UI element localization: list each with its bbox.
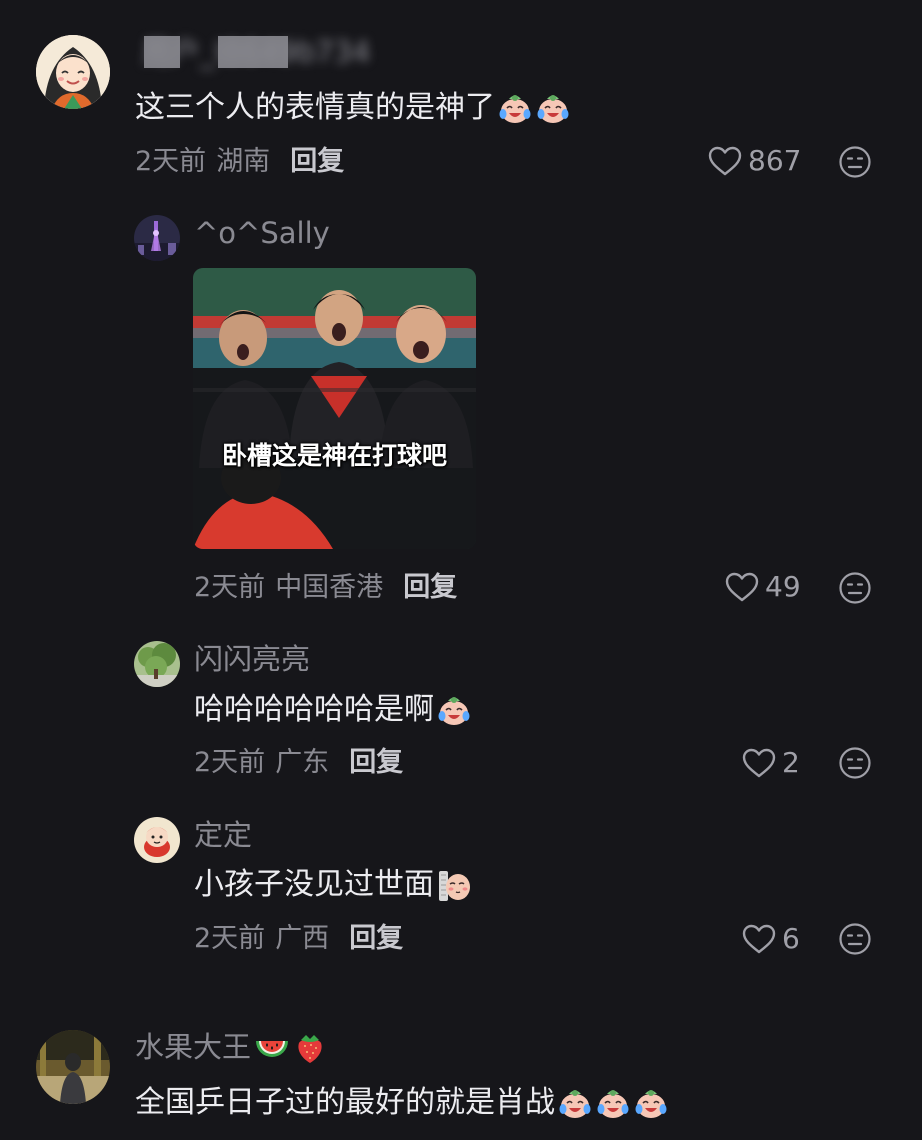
reply-button[interactable]: 回复 <box>403 570 457 606</box>
watermelon-emoji <box>254 1029 290 1065</box>
redaction-block <box>144 36 180 68</box>
like-count: 2 <box>782 746 800 779</box>
like-button[interactable]: 867 <box>708 143 801 179</box>
timestamp: 2天前 <box>194 747 266 778</box>
meh-face-icon[interactable] <box>838 145 872 179</box>
redaction-block <box>218 36 288 68</box>
shy-peek-emoji <box>436 867 472 903</box>
location: 广东 <box>275 747 330 778</box>
meme-caption: 卧槽这是神在打球吧 <box>221 441 447 470</box>
like-button[interactable]: 6 <box>742 921 800 957</box>
username[interactable]: 闪闪亮亮 <box>194 641 310 677</box>
strawberry-emoji <box>292 1029 328 1065</box>
comment-text: 这三个人的表情真的是神了 <box>135 88 571 128</box>
avatar[interactable] <box>36 1030 110 1104</box>
timestamp: 2天前 <box>135 146 207 177</box>
like-button[interactable]: 2 <box>742 745 800 781</box>
laugh-cry-emoji <box>497 90 533 126</box>
heart-outline-icon <box>742 924 776 954</box>
comment-meta: 2天前 湖南 回复 <box>135 144 344 180</box>
laugh-cry-emoji <box>436 692 472 728</box>
heart-outline-icon <box>708 146 742 176</box>
like-count: 867 <box>748 144 802 177</box>
comment-text: 哈哈哈哈哈哈是啊 <box>194 690 472 730</box>
comment-meta: 2天前 广西 回复 <box>194 921 403 957</box>
reply-button[interactable]: 回复 <box>290 144 344 180</box>
reply-button[interactable]: 回复 <box>349 921 403 957</box>
avatar[interactable] <box>134 817 180 863</box>
heart-outline-icon <box>725 572 759 602</box>
timestamp: 2天前 <box>194 572 266 603</box>
location: 中国香港 <box>275 572 384 603</box>
avatar[interactable] <box>134 215 180 261</box>
comment-meta: 2天前 中国香港 回复 <box>194 570 457 606</box>
laugh-cry-emoji <box>535 90 571 126</box>
avatar[interactable] <box>36 35 110 109</box>
like-button[interactable]: 49 <box>725 569 801 605</box>
like-count: 6 <box>782 922 800 955</box>
comment-meta: 2天前 广东 回复 <box>194 745 403 781</box>
comment-text: 小孩子没见过世面 <box>194 865 472 905</box>
comment-text: 全国乒日子过的最好的就是肖战 <box>135 1083 669 1123</box>
meme-image[interactable]: 卧槽这是神在打球吧 <box>193 268 476 549</box>
meh-face-icon[interactable] <box>838 746 872 780</box>
like-count: 49 <box>765 570 801 603</box>
timestamp: 2天前 <box>194 923 266 954</box>
laugh-cry-emoji <box>633 1085 669 1121</box>
username[interactable]: ^o^Sally <box>194 215 330 251</box>
username[interactable]: 水果大王 <box>135 1029 328 1065</box>
reply-button[interactable]: 回复 <box>349 745 403 781</box>
location: 湖南 <box>216 146 271 177</box>
avatar[interactable] <box>134 641 180 687</box>
laugh-cry-emoji <box>557 1085 593 1121</box>
heart-outline-icon <box>742 748 776 778</box>
meh-face-icon[interactable] <box>838 922 872 956</box>
location: 广西 <box>275 923 330 954</box>
username[interactable]: 定定 <box>194 817 252 853</box>
laugh-cry-emoji <box>595 1085 631 1121</box>
meh-face-icon[interactable] <box>838 571 872 605</box>
